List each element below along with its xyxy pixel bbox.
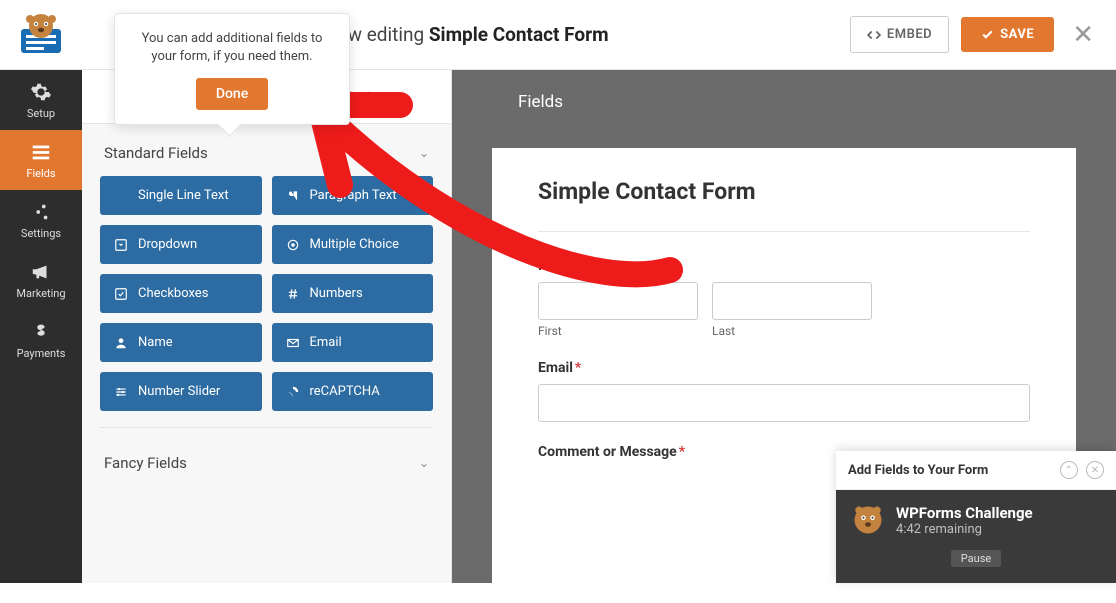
- envelope-icon: [286, 336, 300, 350]
- challenge-header: Add Fields to Your Form ⌃ ✕: [836, 451, 1116, 490]
- hash-icon: [286, 287, 300, 301]
- field-number-slider[interactable]: Number Slider: [100, 372, 262, 411]
- sidebar-item-setup[interactable]: Setup: [0, 70, 82, 130]
- bullhorn-icon: [30, 261, 52, 283]
- check-square-icon: [114, 287, 128, 301]
- wpforms-mascot-icon: [850, 502, 886, 538]
- sidebar-item-fields[interactable]: Fields: [0, 130, 82, 190]
- challenge-title: WPForms Challenge: [896, 504, 1033, 522]
- fields-panel: Add Fields ⌄ Field Options › Standard Fi…: [82, 70, 452, 583]
- challenge-widget: Add Fields to Your Form ⌃ ✕ WPForms Chal…: [836, 451, 1116, 583]
- check-icon: [981, 28, 994, 41]
- field-single-line-text[interactable]: Single Line Text: [100, 176, 262, 215]
- field-paragraph-text[interactable]: Paragraph Text: [272, 176, 434, 215]
- field-numbers[interactable]: Numbers: [272, 274, 434, 313]
- popover-text: You can add additional fields to your fo…: [133, 30, 331, 66]
- wpforms-logo-icon: [17, 11, 65, 59]
- chevron-down-icon: ⌄: [419, 456, 429, 470]
- email-input[interactable]: [538, 384, 1030, 422]
- challenge-pause-button[interactable]: Pause: [951, 550, 1001, 567]
- code-icon: [867, 28, 881, 42]
- last-name-input[interactable]: [712, 282, 872, 320]
- text-icon: [114, 189, 128, 203]
- paragraph-icon: [286, 189, 300, 203]
- standard-fields-header[interactable]: Standard Fields ⌄: [82, 124, 451, 176]
- caret-square-icon: [114, 238, 128, 252]
- first-name-input[interactable]: [538, 282, 698, 320]
- dollar-icon: [30, 321, 52, 343]
- required-asterisk: *: [575, 360, 581, 376]
- standard-fields-grid: Single Line Text Paragraph Text Dropdown…: [82, 176, 451, 421]
- sidebar-item-marketing[interactable]: Marketing: [0, 250, 82, 310]
- field-label: Name*: [538, 258, 1030, 274]
- popover-done-button[interactable]: Done: [196, 78, 268, 110]
- fancy-fields-header[interactable]: Fancy Fields ⌄: [82, 434, 451, 486]
- field-multiple-choice[interactable]: Multiple Choice: [272, 225, 434, 264]
- close-icon[interactable]: ✕: [1086, 461, 1104, 479]
- preview-panel-label: Fields: [492, 74, 589, 126]
- sidebar-item-settings[interactable]: Settings: [0, 190, 82, 250]
- brand-logo: [0, 0, 82, 70]
- divider: [100, 427, 433, 428]
- sidebar-item-payments[interactable]: Payments: [0, 310, 82, 370]
- list-icon: [30, 141, 52, 163]
- field-dropdown[interactable]: Dropdown: [100, 225, 262, 264]
- challenge-time: 4:42 remaining: [896, 522, 1033, 537]
- required-asterisk: *: [679, 444, 685, 460]
- challenge-step-label: Add Fields to Your Form: [848, 463, 988, 478]
- form-field-name[interactable]: Name* First Last: [538, 258, 1030, 338]
- form-field-email[interactable]: Email*: [538, 360, 1030, 422]
- field-email[interactable]: Email: [272, 323, 434, 362]
- chevron-right-icon: ›: [402, 90, 405, 103]
- user-icon: [114, 336, 128, 350]
- left-sidebar: Setup Fields Settings Marketing Payments: [0, 70, 82, 583]
- editing-form-name: Simple Contact Form: [429, 23, 609, 46]
- field-name[interactable]: Name: [100, 323, 262, 362]
- first-sublabel: First: [538, 324, 698, 338]
- challenge-body: WPForms Challenge 4:42 remaining Pause: [836, 490, 1116, 583]
- sliders-icon: [30, 201, 52, 223]
- last-sublabel: Last: [712, 324, 872, 338]
- embed-button[interactable]: EMBED: [850, 16, 949, 53]
- field-label: Email*: [538, 360, 1030, 376]
- recaptcha-icon: [286, 385, 300, 399]
- field-recaptcha[interactable]: reCAPTCHA: [272, 372, 434, 411]
- header-actions: EMBED SAVE ✕: [850, 16, 1116, 53]
- divider: [538, 231, 1030, 232]
- field-checkboxes[interactable]: Checkboxes: [100, 274, 262, 313]
- slider-icon: [114, 385, 128, 399]
- required-asterisk: *: [577, 258, 583, 274]
- close-icon[interactable]: ✕: [1072, 20, 1094, 50]
- minimize-icon[interactable]: ⌃: [1060, 461, 1078, 479]
- onboarding-popover: You can add additional fields to your fo…: [114, 13, 350, 125]
- gear-icon: [30, 81, 52, 103]
- form-title: Simple Contact Form: [538, 178, 1030, 205]
- chevron-down-icon: ⌄: [419, 146, 429, 160]
- radio-icon: [286, 238, 300, 252]
- save-button[interactable]: SAVE: [961, 17, 1054, 52]
